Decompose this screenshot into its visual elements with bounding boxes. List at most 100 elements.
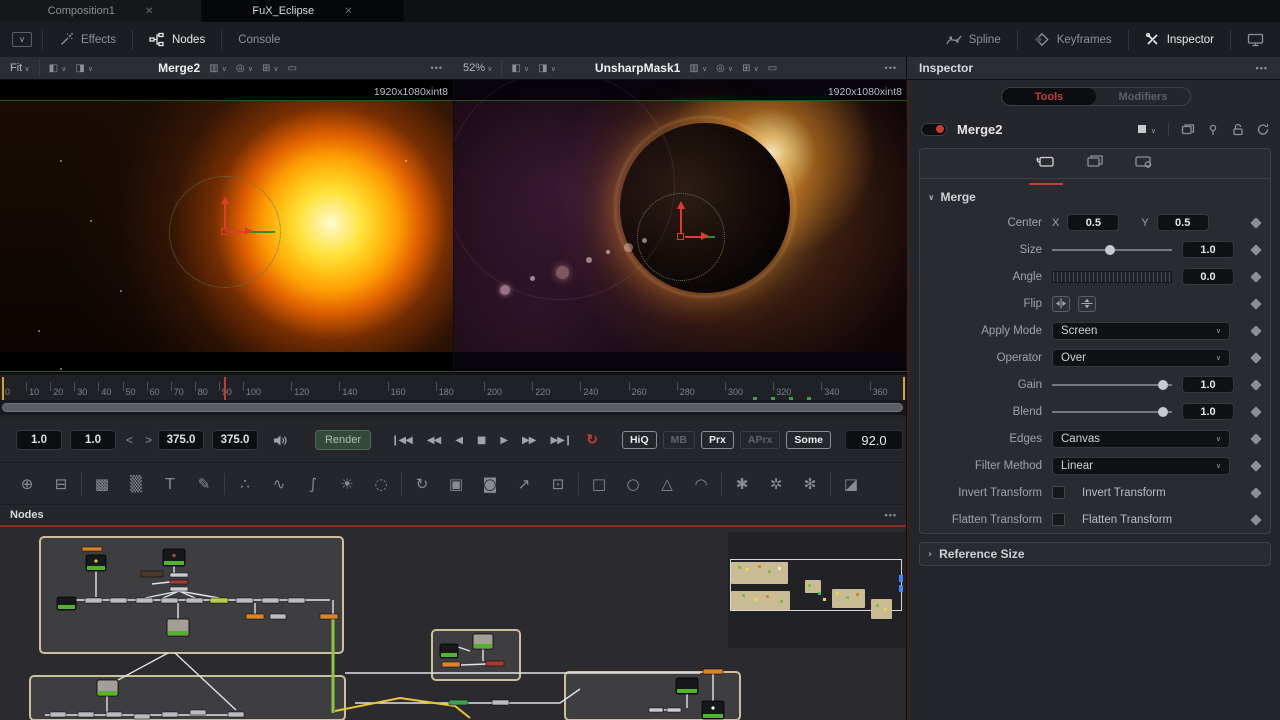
tab-fux-eclipse[interactable]: FuX_Eclipse ✕ — [202, 0, 404, 22]
roi-icon[interactable]: ▭ — [288, 63, 297, 74]
tab-close-icon[interactable]: ✕ — [344, 6, 352, 17]
quality-some-toggle[interactable]: Some — [786, 431, 831, 449]
resize-tool[interactable]: ↗ — [507, 475, 541, 493]
graph-node[interactable] — [649, 708, 663, 712]
node-graph-minimap[interactable] — [728, 532, 906, 648]
p-merge-tool[interactable]: ✲ — [759, 475, 793, 493]
controls-tab-settings[interactable] — [1131, 150, 1157, 178]
controls-tab-settings2[interactable] — [1083, 150, 1107, 178]
viewer-left[interactable]: 1920x1080xint8 — [0, 80, 453, 373]
inspector-options-menu[interactable]: ••• — [1256, 63, 1268, 73]
graph-node[interactable] — [162, 712, 178, 717]
graph-node[interactable] — [78, 712, 94, 717]
keyframe-diamond[interactable] — [1250, 244, 1261, 255]
graph-node[interactable] — [667, 708, 681, 712]
subview-icon[interactable]: ◨ ∨ — [538, 63, 556, 74]
graph-node[interactable] — [703, 669, 723, 674]
timeline-range-start[interactable] — [2, 377, 4, 402]
color-corrector-tool[interactable]: ∫ — [296, 475, 330, 493]
graph-node[interactable] — [170, 573, 188, 577]
audio-icon[interactable] — [272, 433, 289, 448]
nodes-options-menu[interactable]: ••• — [885, 510, 897, 520]
render-start-field[interactable]: 1.0 — [70, 430, 116, 450]
quality-mb-toggle[interactable]: MB — [663, 431, 695, 449]
graph-node[interactable] — [236, 598, 253, 603]
text-tool[interactable]: T — [153, 475, 187, 493]
timeline-ruler[interactable]: 0102030405060708090100120140160180200220… — [0, 373, 907, 400]
graph-node[interactable] — [170, 587, 188, 591]
tab-modifiers[interactable]: Modifiers — [1096, 88, 1190, 105]
invert-transform-checkbox[interactable] — [1052, 486, 1065, 499]
zoom-level-dropdown[interactable]: 52% ∨ — [463, 62, 492, 74]
flatten-transform-checkbox[interactable] — [1052, 513, 1065, 526]
gain-value-field[interactable]: 1.0 — [1182, 376, 1234, 393]
loop-button[interactable]: ↻ — [586, 432, 598, 448]
size-slider[interactable] — [1052, 245, 1172, 255]
p-render-tool[interactable]: ✻ — [793, 475, 827, 493]
pin-icon[interactable] — [1207, 123, 1220, 136]
center-x-field[interactable]: 0.5 — [1067, 214, 1119, 231]
ab-buffer-icon[interactable]: ◧ ∨ — [49, 63, 67, 74]
rectangle-mask-tool[interactable]: □ — [582, 475, 616, 493]
collapse-icon[interactable]: ∨ — [928, 193, 935, 202]
tab-tools[interactable]: Tools — [1002, 88, 1096, 105]
keyframe-diamond[interactable] — [1250, 514, 1261, 525]
keyframe-diamond[interactable] — [1250, 460, 1261, 471]
paint-tool[interactable]: ✎ — [187, 475, 221, 493]
viewer-right[interactable]: 1920x1080xint8 — [454, 80, 907, 373]
graph-node[interactable] — [186, 598, 203, 603]
keyframe-diamond[interactable] — [1250, 271, 1261, 282]
node-group[interactable] — [30, 676, 345, 720]
media-out-tool[interactable]: ⊟ — [44, 475, 78, 493]
clean-feed-button[interactable] — [1231, 22, 1280, 57]
tab-composition1[interactable]: Composition1 ✕ — [0, 0, 202, 22]
step-forward-arrow[interactable]: > — [139, 433, 158, 447]
polygon-mask-tool[interactable]: △ — [650, 475, 684, 493]
graph-node[interactable] — [134, 714, 150, 719]
grid-options-icon[interactable]: ⊞ ∨ — [262, 63, 279, 74]
reset-icon[interactable] — [1256, 123, 1270, 136]
graph-node[interactable] — [141, 571, 163, 577]
graph-node[interactable] — [486, 661, 504, 666]
graph-node[interactable] — [320, 614, 338, 619]
p-emitter-tool[interactable]: ✱ — [725, 475, 759, 493]
graph-node[interactable] — [161, 598, 178, 603]
console-button[interactable]: Console — [222, 22, 296, 57]
merge-tool[interactable]: ▣ — [439, 475, 473, 493]
graph-node[interactable] — [50, 712, 66, 717]
viewer-options-menu[interactable]: ••• — [885, 63, 897, 73]
render-end-field[interactable]: 375.0 — [158, 430, 204, 450]
apply-mode-dropdown[interactable]: Screen∨ — [1052, 322, 1230, 340]
channel-select-icon[interactable]: ▥ ∨ — [689, 63, 707, 74]
graph-node[interactable] — [262, 598, 279, 603]
background-tool[interactable]: ▩ — [85, 475, 119, 493]
angle-value-field[interactable]: 0.0 — [1182, 268, 1234, 285]
flip-vertical-button[interactable] — [1078, 296, 1096, 312]
timeline-scrollbar[interactable] — [0, 400, 907, 415]
graph-node[interactable] — [190, 710, 206, 715]
nodes-button[interactable]: Nodes — [133, 22, 221, 57]
graph-node[interactable] — [228, 712, 244, 717]
inspector-button[interactable]: Inspector — [1129, 22, 1230, 57]
angle-thumbwheel[interactable] — [1052, 271, 1172, 283]
node-enable-toggle[interactable] — [921, 123, 947, 136]
graph-node[interactable] — [442, 662, 460, 667]
goto-end-button[interactable]: ▶▶❙ — [550, 435, 571, 446]
center-y-field[interactable]: 0.5 — [1157, 214, 1209, 231]
spline-button[interactable]: Spline — [930, 22, 1017, 57]
scrollbar-thumb[interactable] — [2, 403, 903, 412]
keyframe-diamond[interactable] — [1250, 433, 1261, 444]
graph-node[interactable] — [288, 598, 305, 603]
node-graph[interactable] — [0, 527, 907, 720]
versions-icon[interactable] — [1181, 123, 1195, 136]
media-in-tool[interactable]: ⊕ — [10, 475, 44, 493]
graph-node[interactable] — [270, 614, 286, 619]
graph-node[interactable] — [492, 700, 509, 705]
graph-node[interactable] — [106, 712, 122, 717]
matte-control-tool[interactable]: ◙ — [473, 475, 507, 493]
color-curves-tool[interactable]: ∿ — [262, 475, 296, 493]
quality-prx-toggle[interactable]: Prx — [701, 431, 734, 449]
effects-button[interactable]: Effects — [43, 22, 132, 57]
lock-icon[interactable] — [1232, 123, 1244, 136]
roi-icon[interactable]: ▭ — [768, 63, 777, 74]
